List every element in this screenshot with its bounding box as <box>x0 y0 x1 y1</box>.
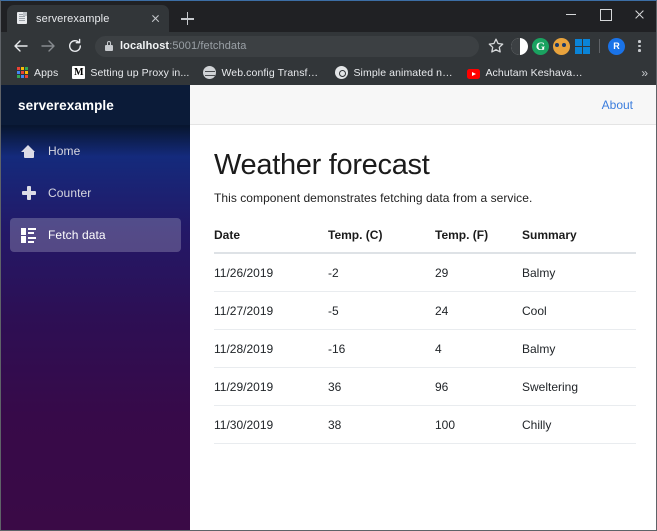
app-sidebar: serverexample Home Counter Fetch data <box>1 85 190 530</box>
page-content: Weather forecast This component demonstr… <box>190 125 656 530</box>
table-row: 11/29/2019 36 96 Sweltering <box>214 367 636 407</box>
cell-date: 11/27/2019 <box>214 291 328 331</box>
about-link[interactable]: About <box>602 98 633 112</box>
table-row: 11/26/2019 -2 29 Balmy <box>214 253 636 293</box>
cell-date: 11/29/2019 <box>214 367 328 407</box>
bookmark-item[interactable]: Achutam Keshavam... <box>460 64 592 82</box>
close-window-icon[interactable] <box>622 1 656 27</box>
cell-temp-c: -16 <box>328 329 435 369</box>
cell-summary: Balmy <box>522 253 636 293</box>
sidebar-item-label: Counter <box>48 186 92 200</box>
bookmark-label: Achutam Keshavam... <box>485 66 586 79</box>
page-subtitle: This component demonstrates fetching dat… <box>214 191 533 206</box>
cell-date: 11/28/2019 <box>214 329 328 369</box>
sidebar-item-label: Fetch data <box>48 228 106 242</box>
cell-summary: Balmy <box>522 329 636 369</box>
table-head: Date Temp. (C) Temp. (F) Summary <box>214 228 636 255</box>
address-bar[interactable]: localhost:5001/fetchdata <box>95 35 479 57</box>
sidebar-item-counter[interactable]: Counter <box>10 176 181 210</box>
cell-date: 11/30/2019 <box>214 405 328 445</box>
list-icon <box>21 228 36 243</box>
windows-icon[interactable] <box>574 38 591 55</box>
close-icon[interactable] <box>148 11 163 26</box>
cell-temp-f: 100 <box>435 405 522 445</box>
minimize-icon[interactable] <box>554 1 588 27</box>
table-row: 11/28/2019 -16 4 Balmy <box>214 329 636 369</box>
cell-summary: Sweltering <box>522 367 636 407</box>
extension-icons: G R <box>508 36 649 56</box>
tab-strip: serverexample <box>1 1 656 32</box>
bookmark-label: Apps <box>34 66 59 79</box>
half-moon-icon[interactable] <box>511 37 528 55</box>
medium-icon: M <box>72 66 86 79</box>
toolbar-divider <box>599 39 600 53</box>
cell-temp-f: 96 <box>435 367 522 407</box>
cell-temp-c: 36 <box>328 367 435 407</box>
globe-icon <box>203 66 217 79</box>
column-header-temp-c: Temp. (C) <box>328 228 435 255</box>
column-header-date: Date <box>214 228 328 255</box>
sidebar-nav: Home Counter Fetch data <box>1 125 190 252</box>
url-host: localhost <box>120 40 170 52</box>
bookmark-apps[interactable]: Apps <box>9 63 65 82</box>
apps-grid-icon <box>16 66 29 79</box>
sidebar-item-fetch-data[interactable]: Fetch data <box>10 218 181 252</box>
cell-temp-f: 4 <box>435 329 522 369</box>
weather-forecast-table: Date Temp. (C) Temp. (F) Summary 11/26/2… <box>214 228 636 445</box>
bookmark-label: Web.config Transfo... <box>221 66 322 79</box>
grammarly-icon[interactable]: G <box>532 37 549 55</box>
sidebar-item-label: Home <box>48 144 81 158</box>
document-icon <box>16 12 29 25</box>
bookmark-item[interactable]: M Setting up Proxy in... <box>65 63 196 82</box>
window-controls <box>554 1 656 27</box>
table-header-row: Date Temp. (C) Temp. (F) Summary <box>214 228 636 255</box>
app-brand[interactable]: serverexample <box>1 85 190 125</box>
table-row: 11/30/2019 38 100 Chilly <box>214 405 636 445</box>
page-title: Weather forecast <box>214 149 430 181</box>
app-main: About Weather forecast This component de… <box>190 85 656 530</box>
bookmark-item[interactable]: Simple animated na... <box>328 63 460 82</box>
cell-summary: Cool <box>522 291 636 331</box>
cell-temp-f: 24 <box>435 291 522 331</box>
gear-icon <box>335 66 349 79</box>
column-header-summary: Summary <box>522 228 636 255</box>
new-tab-button[interactable] <box>174 5 201 32</box>
bookmarks-bar: Apps M Setting up Proxy in... Web.config… <box>1 60 656 85</box>
profile-avatar[interactable]: R <box>608 37 625 55</box>
avatar-face-icon[interactable] <box>553 37 570 55</box>
page-viewport: serverexample Home Counter Fetch data Ab… <box>1 85 656 530</box>
cell-temp-c: -2 <box>328 253 435 293</box>
bookmark-label: Setting up Proxy in... <box>90 66 190 79</box>
forward-arrow-icon[interactable] <box>35 33 61 59</box>
app-topbar: About <box>190 85 656 125</box>
cell-temp-c: 38 <box>328 405 435 445</box>
column-header-temp-f: Temp. (F) <box>435 228 522 255</box>
plus-icon <box>21 186 36 201</box>
browser-tab[interactable]: serverexample <box>7 5 169 32</box>
star-icon[interactable] <box>485 35 507 57</box>
bookmark-item[interactable]: Web.config Transfo... <box>196 63 328 82</box>
cell-temp-f: 29 <box>435 253 522 293</box>
url-text: localhost:5001/fetchdata <box>120 40 247 52</box>
reload-icon[interactable] <box>62 33 88 59</box>
home-icon <box>21 144 36 159</box>
back-arrow-icon[interactable] <box>8 33 34 59</box>
url-path: :5001/fetchdata <box>169 40 247 52</box>
bookmarks-overflow-icon[interactable]: » <box>641 66 648 80</box>
maximize-icon[interactable] <box>588 1 622 27</box>
browser-window: serverexample localhost:5001/fetchdata G… <box>0 0 657 531</box>
kebab-menu-icon[interactable] <box>629 36 649 56</box>
table-body: 11/26/2019 -2 29 Balmy 11/27/2019 -5 24 … <box>214 253 636 445</box>
cell-summary: Chilly <box>522 405 636 445</box>
table-row: 11/27/2019 -5 24 Cool <box>214 291 636 331</box>
tab-title: serverexample <box>36 12 110 25</box>
browser-toolbar: localhost:5001/fetchdata G R <box>1 32 656 60</box>
bookmark-label: Simple animated na... <box>353 66 454 79</box>
youtube-icon <box>467 69 481 79</box>
lock-icon <box>105 41 113 51</box>
sidebar-item-home[interactable]: Home <box>10 134 181 168</box>
cell-date: 11/26/2019 <box>214 253 328 293</box>
cell-temp-c: -5 <box>328 291 435 331</box>
